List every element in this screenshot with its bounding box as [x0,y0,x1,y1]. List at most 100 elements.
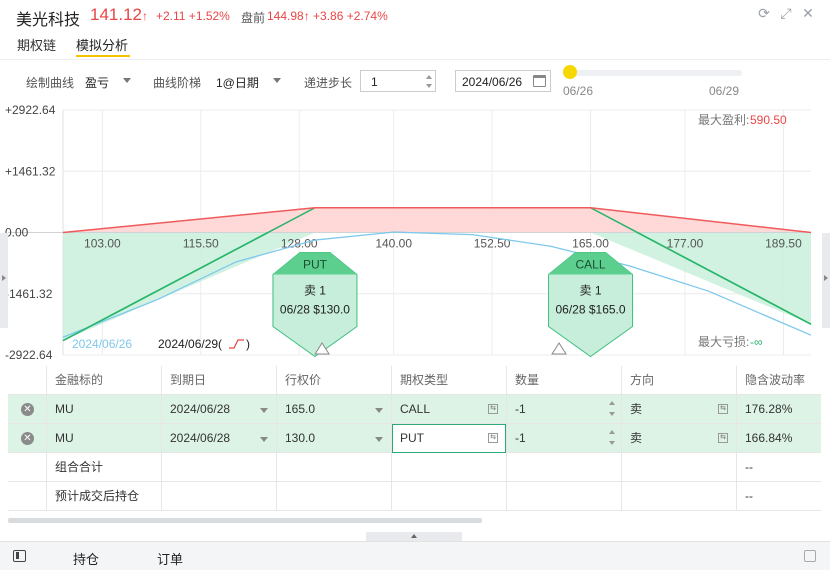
x-tick-label: 103.00 [84,237,121,251]
x-tick-label: 189.50 [765,237,802,251]
table-row: ✕ MU 2024/06/28 165.0 CALL ⇆ -1 卖 ⇆ 176.28… [8,395,821,424]
legend-close-paren: ) [246,337,250,351]
after-trade-label: 预计成交后持仓 [46,482,161,511]
legend-swatch-icon [229,339,244,349]
leg-marker-detail: 06/28 $165.0 [555,303,625,317]
expiry-select[interactable]: 2024/06/28 [161,424,276,453]
slider-start-label: 06/26 [563,84,594,98]
premarket-quote: 144.98↑ +3.86 +2.74% [267,9,388,23]
remove-leg-icon[interactable]: ✕ [21,403,34,416]
col-expiry: 到期日 [161,366,276,395]
leg-marker-type: PUT [303,258,328,272]
tab-simulation[interactable]: 模拟分析 [76,35,128,54]
payoff-chart-svg: 103.00 115.50 128.00 140.00 152.50 165.00 177.… [5,103,812,362]
expand-icon[interactable]: ⤢ [778,5,794,21]
y-tick-label: -2922.64 [5,348,53,362]
switch-icon[interactable]: ⇆ [718,433,728,443]
strike-select[interactable]: 130.0 [276,424,391,453]
summary-label: 组合合计 [46,453,161,482]
type-toggle[interactable]: CALL ⇆ [391,395,506,424]
x-tick-label: 152.50 [474,237,511,251]
stepper-down-icon[interactable] [426,84,432,88]
remove-leg-icon[interactable]: ✕ [21,432,34,445]
stepper-down-icon[interactable] [609,412,615,416]
side-toggle[interactable]: 卖 ⇆ [621,395,736,424]
qty-stepper[interactable]: -1 [506,424,621,453]
date-picker[interactable]: 2024/06/26 [455,70,551,92]
positions-table: 金融标的 到期日 行权价 期权类型 数量 方向 隐含波动率 ✕ MU 2024/… [8,366,821,511]
legend-current: 2024/06/26 [72,337,132,351]
sidebar-toggle-icon[interactable] [13,550,26,562]
type-toggle[interactable]: PUT ⇆ [391,424,506,453]
window-controls: ⟳ ⤢ ✕ [756,5,816,21]
y-tick-label: +1461.32 [5,164,56,178]
tab-option-chain[interactable]: 期权链 [17,35,56,54]
x-tick-label: 115.50 [183,237,219,251]
cell-iv: 176.28% [736,395,821,424]
col-type: 期权类型 [391,366,506,395]
switch-icon[interactable]: ⇆ [718,404,728,414]
tab-positions[interactable]: 持仓 [73,549,99,568]
curve-label: 绘制曲线 [26,76,75,90]
after-trade-iv: -- [736,482,821,511]
stock-name: 美光科技 [16,12,81,29]
cell-iv: 166.84% [736,424,821,453]
stock-price: 141.12↑ [90,5,148,24]
col-underlying: 金融标的 [46,366,161,395]
max-loss-label: 最大亏损: [698,335,749,349]
table-header: 金融标的 到期日 行权价 期权类型 数量 方向 隐含波动率 [8,366,821,395]
chevron-down-icon[interactable] [273,78,281,83]
col-strike: 行权价 [276,366,391,395]
quote-header: 美光科技 141.12↑ +2.11 +1.52% 盘前 144.98↑ +3.… [0,0,830,30]
y-tick-label: +2922.64 [5,103,56,117]
chevron-down-icon[interactable] [375,408,383,413]
max-loss-value: -∞ [750,335,763,349]
tab-orders[interactable]: 订单 [157,549,183,568]
side-toggle[interactable]: 卖 ⇆ [621,424,736,453]
close-icon[interactable]: ✕ [800,5,816,21]
expiry-select[interactable]: 2024/06/28 [161,395,276,424]
calendar-icon[interactable] [533,75,546,87]
leg-marker-type: CALL [576,258,606,272]
x-tick-label: 177.00 [667,237,704,251]
leg-marker-detail: 06/28 $130.0 [280,303,350,317]
col-iv: 隐含波动率 [736,366,821,395]
refresh-icon[interactable]: ⟳ [756,5,772,21]
date-slider-handle[interactable] [563,65,577,79]
increment-value: 1 [371,75,378,89]
left-panel-handle[interactable] [0,233,8,328]
col-side: 方向 [621,366,736,395]
chevron-down-icon[interactable] [260,437,268,442]
step-select[interactable]: 1@日期 [216,74,259,91]
switch-icon[interactable]: ⇆ [488,404,498,414]
horizontal-scrollbar[interactable] [8,518,482,523]
after-trade-row: 预计成交后持仓 -- [8,482,821,511]
chevron-down-icon[interactable] [375,437,383,442]
curve-select[interactable]: 盈亏 [85,74,109,91]
premarket-label: 盘前 [241,11,266,25]
active-tab-indicator [76,55,130,57]
stepper-up-icon[interactable] [426,75,432,79]
right-panel-handle[interactable] [822,233,830,328]
x-tick-label: 140.00 [375,237,412,251]
switch-icon[interactable]: ⇆ [488,433,498,443]
date-slider-track[interactable] [566,70,742,76]
y-tick-label: 0.00 [5,226,29,240]
qty-stepper[interactable]: -1 [506,395,621,424]
expand-panel-handle[interactable] [366,532,462,541]
summary-row: 组合合计 -- [8,453,821,482]
chevron-down-icon[interactable] [123,78,131,83]
stepper-up-icon[interactable] [609,401,615,405]
popout-icon[interactable] [804,550,816,562]
increment-stepper[interactable]: 1 [360,70,436,92]
payoff-chart: 103.00 115.50 128.00 140.00 152.50 165.00 177.… [0,100,830,362]
leg-marker-action: 卖 1 [580,284,602,298]
y-tick-label: -1461.32 [5,287,53,301]
chevron-down-icon[interactable] [260,408,268,413]
price-triangle-marker [551,342,567,355]
strike-select[interactable]: 165.0 [276,395,391,424]
legend-expiry: 2024/06/29( [158,337,222,351]
price-change: +2.11 +1.52% [156,9,230,23]
stepper-down-icon[interactable] [609,441,615,445]
stepper-up-icon[interactable] [609,430,615,434]
